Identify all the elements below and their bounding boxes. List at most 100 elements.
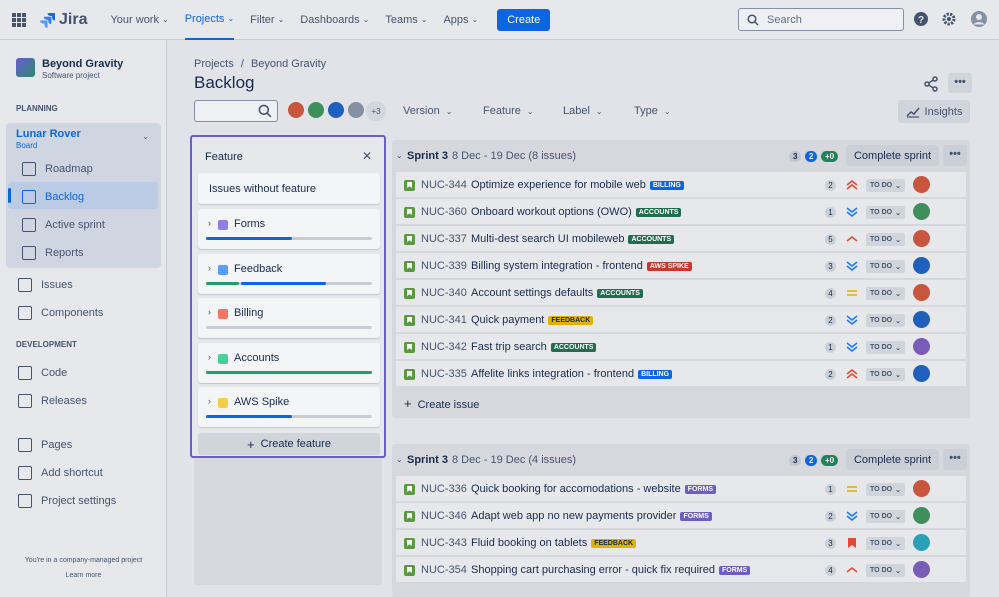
issue-key[interactable]: NUC-343 — [421, 537, 467, 549]
feature-card-feedback[interactable]: › Feedback — [198, 253, 380, 294]
status-dropdown[interactable]: TO DO ⌄ — [866, 483, 905, 496]
status-dropdown[interactable]: TO DO ⌄ — [866, 287, 905, 300]
issue-row[interactable]: NUC-335 Affelite links integration - fron… — [396, 361, 966, 387]
nav-teams[interactable]: Teams ⌄ — [385, 0, 427, 40]
issue-key[interactable]: NUC-339 — [421, 260, 467, 272]
issue-key[interactable]: NUC-336 — [421, 483, 467, 495]
chevron-right-icon[interactable]: › — [208, 307, 211, 317]
feature-card-aws-spike[interactable]: › AWS Spike — [198, 387, 380, 427]
nav-projects[interactable]: Projects ⌄ — [184, 0, 235, 40]
nav-your-work[interactable]: Your work ⌄ — [110, 0, 168, 40]
assignee-avatar[interactable] — [913, 561, 930, 578]
assignee-avatar[interactable] — [913, 338, 930, 355]
avatar[interactable] — [346, 100, 366, 120]
complete-sprint-button[interactable]: Complete sprint — [846, 449, 939, 470]
assignee-avatar[interactable] — [913, 284, 930, 301]
sidebar-item-project-settings[interactable]: Project settings — [18, 493, 116, 509]
close-icon[interactable]: ✕ — [362, 149, 372, 163]
chevron-right-icon[interactable]: › — [208, 263, 211, 273]
learn-more-link[interactable]: Learn more — [0, 572, 167, 579]
chevron-down-icon[interactable]: ⌄ — [396, 151, 403, 160]
sidebar-item-issues[interactable]: Issues — [18, 277, 73, 293]
assignee-avatar[interactable] — [913, 480, 930, 497]
issue-key[interactable]: NUC-341 — [421, 314, 467, 326]
issue-row[interactable]: NUC-344 Optimize experience for mobile we… — [396, 172, 966, 198]
sprint-more-button[interactable]: ••• — [943, 145, 967, 166]
help-icon[interactable]: ? — [913, 11, 929, 27]
status-dropdown[interactable]: TO DO ⌄ — [866, 260, 905, 273]
issues-without-feature[interactable]: Issues without feature — [198, 173, 380, 204]
profile-avatar-icon[interactable] — [971, 11, 987, 27]
app-switcher-icon[interactable] — [12, 12, 26, 27]
feature-card-accounts[interactable]: › Accounts — [198, 342, 380, 383]
create-issue-button[interactable]: + Create issue — [404, 396, 479, 411]
create-feature-button[interactable]: + Create feature — [198, 433, 380, 455]
assignee-avatar[interactable] — [913, 311, 930, 328]
breadcrumb-project[interactable]: Beyond Gravity — [251, 58, 326, 70]
status-dropdown[interactable]: TO DO ⌄ — [866, 368, 905, 381]
assignee-avatar[interactable] — [913, 230, 930, 247]
board-switcher[interactable]: Lunar Rover Board — [16, 129, 81, 151]
status-dropdown[interactable]: TO DO ⌄ — [866, 179, 905, 192]
sidebar-item-backlog[interactable]: Backlog — [22, 189, 84, 205]
assignee-avatar[interactable] — [913, 507, 930, 524]
more-avatars-count[interactable]: +3 — [366, 101, 386, 121]
chevron-right-icon[interactable]: › — [208, 352, 211, 362]
issue-row[interactable]: NUC-342 Fast trip search ACCOUNTS 1 TO DO ⌄ — [396, 334, 966, 360]
chevron-down-icon[interactable]: ⌄ — [396, 455, 403, 464]
issue-key[interactable]: NUC-360 — [421, 206, 467, 218]
issue-row[interactable]: NUC-341 Quick payment FEEDBACK 2 TO DO ⌄ — [396, 307, 966, 333]
issue-row[interactable]: NUC-337 Multi-dest search UI mobileweb ACC… — [396, 226, 966, 252]
issue-row[interactable]: NUC-346 Adapt web app no new payments pro… — [396, 503, 966, 529]
issue-key[interactable]: NUC-354 — [421, 564, 467, 576]
complete-sprint-button[interactable]: Complete sprint — [846, 145, 939, 166]
assignee-avatar[interactable] — [913, 365, 930, 382]
issue-key[interactable]: NUC-337 — [421, 233, 467, 245]
assignee-avatar[interactable] — [913, 176, 930, 193]
feature-card-forms[interactable]: › Forms — [198, 209, 380, 249]
sidebar-item-active-sprint[interactable]: Active sprint — [22, 217, 105, 233]
status-dropdown[interactable]: TO DO ⌄ — [866, 510, 905, 523]
chevron-down-icon[interactable]: ⌄ — [142, 132, 149, 141]
status-dropdown[interactable]: TO DO ⌄ — [866, 206, 905, 219]
create-button[interactable]: Create — [497, 8, 551, 31]
issue-row[interactable]: NUC-336 Quick booking for accomodations -… — [396, 476, 966, 502]
issue-row[interactable]: NUC-343 Fluid booking on tablets FEEDBACK 3… — [396, 530, 966, 556]
nav-filter[interactable]: Filter ⌄ — [250, 0, 284, 40]
assignee-avatar[interactable] — [913, 534, 930, 551]
assignee-avatar[interactable] — [913, 257, 930, 274]
feature-card-billing[interactable]: › Billing — [198, 298, 380, 338]
sidebar-item-code[interactable]: Code — [18, 365, 67, 381]
settings-gear-icon[interactable] — [941, 11, 957, 27]
sidebar-item-add-shortcut[interactable]: Add shortcut — [18, 465, 103, 481]
version-filter[interactable]: Version ⌄ — [403, 105, 452, 117]
sidebar-item-roadmap[interactable]: Roadmap — [22, 161, 93, 177]
type-filter[interactable]: Type ⌄ — [634, 105, 671, 117]
chevron-right-icon[interactable]: › — [208, 218, 211, 228]
issue-row[interactable]: NUC-340 Account settings defaults ACCOUNTS… — [396, 280, 966, 306]
issue-key[interactable]: NUC-335 — [421, 368, 467, 380]
share-icon[interactable] — [923, 76, 939, 92]
issue-key[interactable]: NUC-342 — [421, 341, 467, 353]
sidebar-item-components[interactable]: Components — [18, 305, 103, 321]
more-actions-button[interactable]: ••• — [948, 73, 972, 93]
label-filter[interactable]: Label ⌄ — [563, 105, 603, 117]
nav-apps[interactable]: Apps ⌄ — [443, 0, 478, 40]
sidebar-item-releases[interactable]: Releases — [18, 393, 87, 409]
avatar[interactable] — [306, 100, 326, 120]
status-dropdown[interactable]: TO DO ⌄ — [866, 341, 905, 354]
status-dropdown[interactable]: TO DO ⌄ — [866, 564, 905, 577]
feature-filter[interactable]: Feature ⌄ — [483, 105, 534, 117]
breadcrumb-projects[interactable]: Projects — [194, 58, 234, 70]
status-dropdown[interactable]: TO DO ⌄ — [866, 314, 905, 327]
status-dropdown[interactable]: TO DO ⌄ — [866, 233, 905, 246]
nav-dashboards[interactable]: Dashboards ⌄ — [300, 0, 369, 40]
sprint-more-button[interactable]: ••• — [943, 449, 967, 470]
avatar[interactable] — [326, 100, 346, 120]
status-dropdown[interactable]: TO DO ⌄ — [866, 537, 905, 550]
issue-key[interactable]: NUC-346 — [421, 510, 467, 522]
issue-key[interactable]: NUC-340 — [421, 287, 467, 299]
issue-row[interactable]: NUC-339 Billing system integration - fron… — [396, 253, 966, 279]
issue-row[interactable]: NUC-354 Shopping cart purchasing error - … — [396, 557, 966, 583]
sidebar-item-reports[interactable]: Reports — [22, 245, 84, 261]
